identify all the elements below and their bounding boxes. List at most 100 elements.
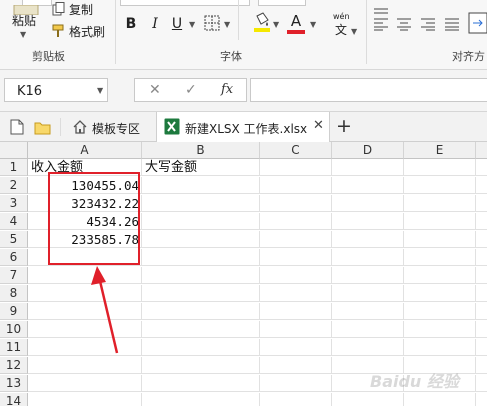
grid-cell[interactable] [260,195,332,212]
font-color-dropdown-icon[interactable]: ▼ [310,20,316,29]
grid-cell[interactable] [142,195,260,212]
format-painter-icon[interactable] [52,23,66,37]
grid-cell[interactable] [404,159,476,176]
phonetic-pinyin-text[interactable]: wén [333,12,350,21]
fill-color-dropdown-icon[interactable]: ▼ [273,20,279,29]
align-top-icon[interactable] [373,0,389,14]
grid-cell[interactable] [404,177,476,194]
grid-cell[interactable] [404,267,476,284]
formula-input[interactable] [250,78,487,102]
row-header[interactable]: 5 [0,231,28,248]
grid-cell[interactable] [260,231,332,248]
name-box-dropdown-icon[interactable]: ▼ [97,86,103,95]
row-header[interactable]: 2 [0,177,28,194]
grid-cell[interactable] [28,321,142,338]
paste-dropdown-icon[interactable]: ▼ [20,30,26,39]
grid-cell[interactable] [332,213,404,230]
grid-cell[interactable] [476,339,487,356]
close-tab-icon[interactable]: ✕ [313,118,324,133]
font-name-box-fragment[interactable] [120,0,250,6]
borders-icon[interactable] [204,15,220,31]
column-header-b[interactable]: B [142,142,260,159]
cell-a1[interactable]: 收入金额 [28,159,142,176]
borders-dropdown-icon[interactable]: ▼ [224,20,230,29]
justify-icon[interactable] [444,16,460,31]
grid-cell[interactable] [260,375,332,392]
grid-cell[interactable] [142,249,260,266]
italic-button[interactable]: I [146,13,164,35]
row-header[interactable]: 3 [0,195,28,212]
grid-cell[interactable] [142,339,260,356]
grid-cell[interactable] [142,303,260,320]
grid-cell[interactable] [142,393,260,406]
column-header-c[interactable]: C [260,142,332,159]
grid-cell[interactable] [332,339,404,356]
grid-cell[interactable] [332,195,404,212]
grid-cell[interactable] [260,213,332,230]
row-header[interactable]: 4 [0,213,28,230]
cell-a2[interactable]: 130455.04 [28,177,142,194]
insert-function-button[interactable]: fx [221,82,233,97]
grid-cell[interactable] [28,285,142,302]
cancel-icon[interactable]: ✕ [149,82,161,98]
grid-cell[interactable] [28,339,142,356]
grid-cell[interactable] [28,267,142,284]
paste-button[interactable]: 粘贴 [12,12,36,29]
bold-button[interactable]: B [122,13,140,35]
grid-cell[interactable] [260,177,332,194]
grid-cell[interactable] [476,321,487,338]
grid-cell[interactable] [404,393,476,406]
column-header-e[interactable]: E [404,142,476,159]
grid-cell[interactable] [332,285,404,302]
grid-cell[interactable] [260,357,332,374]
font-size-box-fragment[interactable] [258,0,306,6]
grid-cell[interactable] [260,267,332,284]
grid-cell[interactable] [404,285,476,302]
align-center-icon[interactable] [396,16,412,31]
folder-icon[interactable] [34,120,51,135]
grid-cell[interactable] [142,285,260,302]
underline-dropdown-icon[interactable]: ▼ [189,20,195,29]
new-document-icon[interactable] [10,119,24,135]
row-header[interactable]: 8 [0,285,28,302]
grid-cell[interactable] [404,249,476,266]
merge-center-icon[interactable] [468,12,487,34]
align-right-icon[interactable] [420,16,436,31]
grid-cell[interactable] [332,303,404,320]
grid-cell[interactable] [476,213,487,230]
row-header[interactable]: 14 [0,393,28,406]
copy-button[interactable]: 复制 [69,1,93,18]
grid-cell[interactable] [332,177,404,194]
font-color-button[interactable]: A [287,10,305,32]
grid-cell[interactable] [260,249,332,266]
row-header[interactable]: 12 [0,357,28,374]
tab-template-zone[interactable]: 模板专区 [66,112,154,142]
grid-cell[interactable] [142,375,260,392]
row-header[interactable]: 11 [0,339,28,356]
grid-cell[interactable] [476,231,487,248]
grid-cell[interactable] [404,303,476,320]
cell-a5[interactable]: 233585.78 [28,231,142,248]
underline-button[interactable]: U [168,13,186,35]
grid-cell[interactable] [142,213,260,230]
grid-cell[interactable] [476,375,487,392]
row-header[interactable]: 6 [0,249,28,266]
grid-cell[interactable] [142,231,260,248]
grid-cell[interactable] [28,357,142,374]
select-all-corner[interactable] [0,142,28,159]
phonetic-dropdown-icon[interactable]: ▼ [351,27,357,36]
grid-cell[interactable] [404,231,476,248]
grid-cell[interactable] [260,339,332,356]
grid-cell[interactable] [260,321,332,338]
grid-cell[interactable] [404,213,476,230]
grid-cell[interactable] [260,285,332,302]
grid-cell[interactable] [28,303,142,320]
copy-icon[interactable] [52,1,66,16]
tab-workbook[interactable]: 新建XLSX 工作表.xlsx ✕ [156,112,330,142]
grid-cell[interactable] [404,195,476,212]
grid-cell[interactable] [476,249,487,266]
grid-cell[interactable] [332,321,404,338]
paste-icon[interactable] [12,0,40,16]
grid-cell[interactable] [476,285,487,302]
grid-cell[interactable] [142,177,260,194]
